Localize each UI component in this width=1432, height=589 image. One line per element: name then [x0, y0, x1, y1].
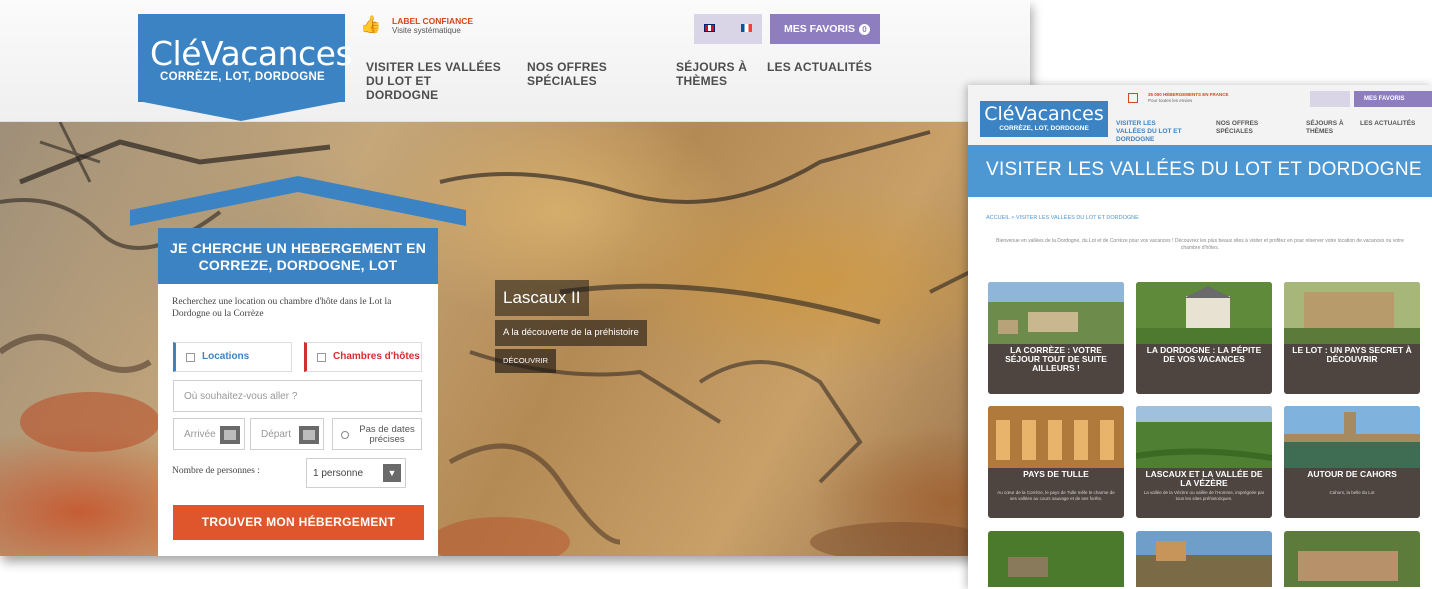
- favorites-button[interactable]: MES FAVORIS: [1354, 91, 1432, 107]
- destination-page-mockup: CléVacances CORRÈZE, LOT, DORDOGNE 35 00…: [968, 85, 1432, 589]
- homepage-mockup: CléVacances CORRÈZE, LOT, DORDOGNE 👍 LAB…: [0, 0, 1030, 556]
- card-description: Au cœur de la Corrèze, le pays de Tulle …: [997, 490, 1115, 501]
- nav-actualites[interactable]: LES ACTUALITÉS: [1360, 120, 1430, 128]
- checkbox-locations[interactable]: [186, 353, 195, 362]
- composite-screenshot: CléVacances CORRÈZE, LOT, DORDOGNE 👍 LAB…: [0, 0, 1432, 589]
- nav-visiter[interactable]: VISITER LES VALLÉES DU LOT ET DORDOGNE: [1116, 120, 1182, 144]
- arrival-placeholder: Arrivée: [184, 429, 216, 440]
- breadcrumb[interactable]: ACCUEIL > VISITER LES VALLÉES DU LOT ET …: [986, 215, 1139, 221]
- slide-discover-button[interactable]: DÉCOUVRIR: [495, 349, 557, 373]
- logo-brand[interactable]: CléVacances: [980, 103, 1108, 125]
- card-image-landscape: [988, 282, 1124, 344]
- card-title: LE LOT : UN PAYS SECRET À DÉCOUVRIR: [1292, 345, 1412, 364]
- destination-card-tulle[interactable]: PAYS DE TULLE Au cœur de la Corrèze, le …: [988, 406, 1124, 518]
- search-description: Recherchez une location ou chambre d'hôt…: [172, 297, 392, 319]
- option-locations[interactable]: Locations: [173, 342, 292, 372]
- card-title: LA CORRÈZE : VOTRE SÉJOUR TOUT DE SUITE …: [1005, 345, 1107, 373]
- label-title: 35 000 HÉBERGEMENTS EN FRANCE: [1148, 92, 1229, 97]
- calendar-icon[interactable]: [220, 426, 240, 444]
- calendar-icon[interactable]: [299, 426, 319, 444]
- card-title: LASCAUX ET LA VALLÉE DE LA VÉZÈRE: [1145, 469, 1263, 488]
- card-image-valley: [1136, 406, 1272, 468]
- where-placeholder: Où souhaitez-vous aller ?: [184, 391, 298, 402]
- logo-tagline: CORRÈZE, LOT, DORDOGNE: [999, 125, 1089, 132]
- option-locations-label: Locations: [202, 351, 250, 362]
- search-heading: JE CHERCHE UN HEBERGEMENT EN CORREZE, DO…: [158, 228, 438, 284]
- card-image-cloister: [988, 406, 1124, 468]
- language-switcher[interactable]: [1310, 91, 1350, 107]
- card-title: AUTOUR DE CAHORS: [1307, 469, 1397, 479]
- intro-text: Bienvenue en vallées de la Dordogne, du …: [996, 238, 1404, 251]
- destination-card-cahors[interactable]: AUTOUR DE CAHORS Cahors, la belle du Lot: [1284, 406, 1420, 518]
- card-description: Cahors, la belle du Lot: [1329, 490, 1375, 495]
- label-icon: [1128, 93, 1138, 103]
- destination-card-lascaux[interactable]: LASCAUX ET LA VALLÉE DE LA VÉZÈRE La val…: [1136, 406, 1272, 518]
- destination-card-image-garden[interactable]: [988, 531, 1124, 587]
- card-title: LA DORDOGNE : LA PÉPITE DE VOS VACANCES: [1146, 345, 1262, 364]
- persons-value: 1 personne: [313, 468, 364, 479]
- card-description: La vallée de la Vézère ou vallée de l'Ho…: [1143, 490, 1265, 501]
- destination-card-image-town[interactable]: [1284, 531, 1420, 587]
- slide-title: Lascaux II: [495, 280, 589, 316]
- departure-input[interactable]: Départ: [250, 418, 324, 450]
- departure-placeholder: Départ: [261, 429, 292, 440]
- no-dates-radio[interactable]: [341, 431, 349, 439]
- checkbox-chambres[interactable]: [317, 353, 326, 362]
- roof-ornament: [130, 176, 466, 226]
- label-subtitle: Pour toutes les envies: [1148, 98, 1193, 103]
- where-input[interactable]: Où souhaitez-vous aller ?: [173, 380, 422, 412]
- arrival-input[interactable]: Arrivée: [173, 418, 245, 450]
- card-image-bridge: [1284, 406, 1420, 468]
- destination-card-lot[interactable]: LE LOT : UN PAYS SECRET À DÉCOUVRIR: [1284, 282, 1420, 394]
- chevron-down-icon: ▼: [383, 464, 401, 482]
- card-image-village: [1284, 282, 1420, 344]
- slide-subtitle: A la découverte de la préhistoire: [495, 320, 647, 346]
- card-image-chateau: [1136, 282, 1272, 344]
- persons-label: Nombre de personnes :: [172, 466, 260, 476]
- nav-offres[interactable]: NOS OFFRES SPÉCIALES: [1216, 120, 1276, 136]
- search-submit-button[interactable]: TROUVER MON HÉBERGEMENT: [173, 505, 424, 540]
- destination-card-image-river-village[interactable]: [1136, 531, 1272, 587]
- persons-select[interactable]: 1 personne ▼: [306, 458, 406, 488]
- no-dates-option[interactable]: Pas de dates précises: [332, 418, 422, 450]
- nav-sejours[interactable]: SÉJOURS À THÈMES: [1306, 120, 1350, 136]
- destination-card-dordogne[interactable]: LA DORDOGNE : LA PÉPITE DE VOS VACANCES: [1136, 282, 1272, 394]
- card-title: PAYS DE TULLE: [1023, 469, 1089, 479]
- option-chambres[interactable]: Chambres d'hôtes: [304, 342, 422, 372]
- page-title: VISITER LES VALLÉES DU LOT ET DORDOGNE: [986, 159, 1422, 180]
- option-chambres-label: Chambres d'hôtes: [333, 351, 420, 362]
- destination-card-correze[interactable]: LA CORRÈZE : VOTRE SÉJOUR TOUT DE SUITE …: [988, 282, 1124, 394]
- no-dates-label: Pas de dates précises: [359, 424, 415, 445]
